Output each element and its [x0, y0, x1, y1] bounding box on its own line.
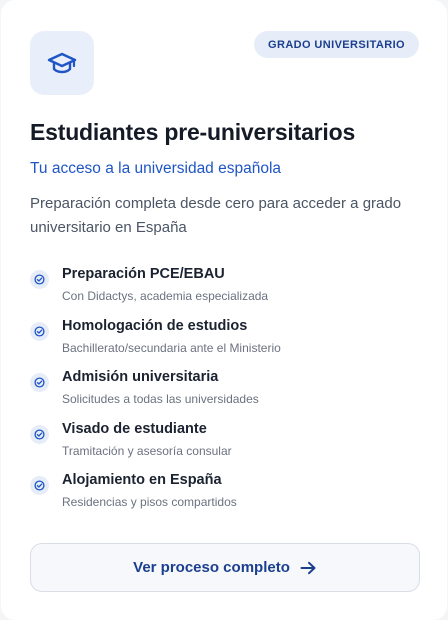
view-process-label: Ver proceso completo: [133, 559, 290, 576]
feature-title: Alojamiento en España: [62, 472, 222, 489]
arrow-right-icon: [300, 561, 316, 574]
feature-subtitle: Con Didactys, academia especializada: [62, 289, 269, 303]
card-title: Estudiantes pre-universitarios: [30, 119, 356, 145]
card-subtitle: Tu acceso a la universidad española: [30, 160, 282, 177]
feature-title: Homologación de estudios: [62, 317, 248, 334]
feature-list: Preparación PCE/EBAU Con Didactys, acade…: [30, 266, 420, 524]
feature-title: Preparación PCE/EBAU: [62, 266, 225, 282]
program-card: GRADO UNIVERSITARIO Estudiantes pre-univ…: [1, 0, 447, 620]
check-circle-icon: [30, 373, 49, 393]
feature-subtitle: Tramitación y asesoría consular: [62, 443, 232, 458]
feature-item: Visado de estudiante Tramitación y aseso…: [30, 421, 420, 473]
feature-item: Admisión universitaria Solicitudes a tod…: [30, 369, 420, 421]
check-circle-icon: [30, 270, 49, 289]
feature-subtitle: Residencias y pisos compartidos: [62, 495, 237, 510]
feature-item: Alojamiento en España Residencias y piso…: [30, 472, 420, 524]
view-process-button[interactable]: Ver proceso completo: [30, 543, 420, 592]
feature-subtitle: Bachillerato/secundaria ante el Minister…: [62, 340, 281, 355]
feature-item: Preparación PCE/EBAU Con Didactys, acade…: [30, 266, 420, 318]
category-badge: GRADO UNIVERSITARIO: [254, 31, 419, 58]
check-circle-icon: [30, 321, 49, 341]
feature-title: Admisión universitaria: [62, 369, 219, 386]
feature-title: Visado de estudiante: [62, 420, 207, 437]
card-description: Preparación completa desde cero para acc…: [30, 195, 402, 236]
feature-subtitle: Solicitudes a todas las universidades: [62, 392, 259, 407]
feature-item: Homologación de estudios Bachillerato/se…: [30, 318, 420, 370]
graduation-cap-icon: [30, 31, 94, 95]
check-circle-icon: [30, 424, 49, 444]
check-circle-icon: [30, 476, 49, 496]
